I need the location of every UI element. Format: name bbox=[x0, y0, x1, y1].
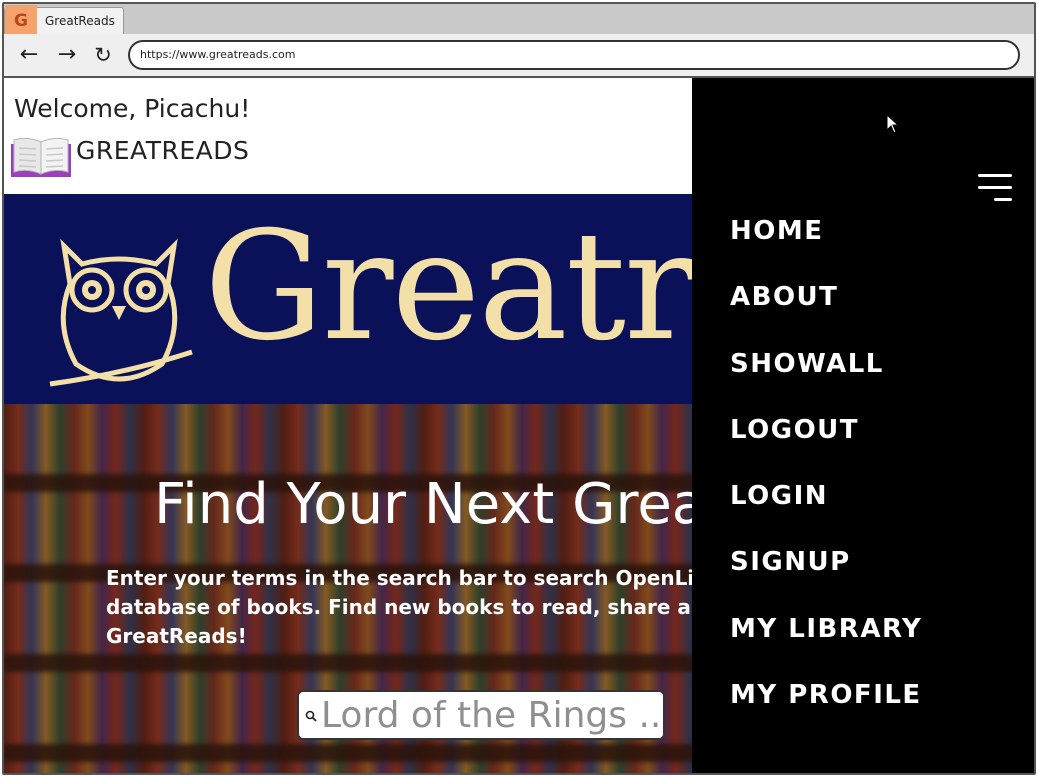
welcome-message: Welcome, Picachu! bbox=[14, 94, 251, 123]
tab-strip: G GreatReads bbox=[4, 4, 1034, 37]
tab-title: GreatReads bbox=[45, 14, 115, 28]
menu-item-logout[interactable]: LOGOUT bbox=[730, 415, 922, 481]
address-bar[interactable]: https://www.greatreads.com bbox=[128, 40, 1020, 70]
back-button[interactable]: ← bbox=[14, 40, 44, 70]
search-icon[interactable] bbox=[305, 710, 317, 722]
browser-tab[interactable]: G GreatReads bbox=[4, 5, 124, 37]
menu-item-showall[interactable]: SHOWALL bbox=[730, 349, 922, 415]
reload-button[interactable]: ↻ bbox=[88, 40, 118, 70]
arrow-left-icon: ← bbox=[19, 42, 39, 67]
reload-icon: ↻ bbox=[94, 43, 112, 67]
menu-item-my-library[interactable]: MY LIBRARY bbox=[730, 614, 922, 680]
menu-item-home[interactable]: HOME bbox=[730, 216, 922, 282]
browser-window: G GreatReads ← → ↻ https://www.greatread… bbox=[2, 2, 1036, 775]
menu-item-my-profile[interactable]: MY PROFILE bbox=[730, 680, 922, 746]
menu-item-about[interactable]: ABOUT bbox=[730, 282, 922, 348]
url-text: https://www.greatreads.com bbox=[140, 48, 296, 61]
owl-icon bbox=[49, 238, 193, 387]
mouse-cursor-icon bbox=[886, 114, 900, 134]
search-box[interactable] bbox=[297, 690, 665, 740]
menu-item-signup[interactable]: SIGNUP bbox=[730, 547, 922, 613]
book-icon bbox=[11, 137, 71, 177]
menu-list: HOME ABOUT SHOWALL LOGOUT LOGIN SIGNUP M… bbox=[730, 216, 922, 746]
arrow-right-icon: → bbox=[57, 42, 77, 67]
hamburger-icon[interactable] bbox=[978, 174, 1012, 204]
browser-navbar: ← → ↻ https://www.greatreads.com bbox=[4, 34, 1034, 78]
search-input[interactable] bbox=[321, 694, 661, 736]
favicon-icon: G bbox=[5, 5, 37, 37]
forward-button[interactable]: → bbox=[52, 40, 82, 70]
menu-item-login[interactable]: LOGIN bbox=[730, 481, 922, 547]
brand-name: GREATREADS bbox=[76, 136, 250, 165]
side-menu: HOME ABOUT SHOWALL LOGOUT LOGIN SIGNUP M… bbox=[692, 78, 1034, 773]
